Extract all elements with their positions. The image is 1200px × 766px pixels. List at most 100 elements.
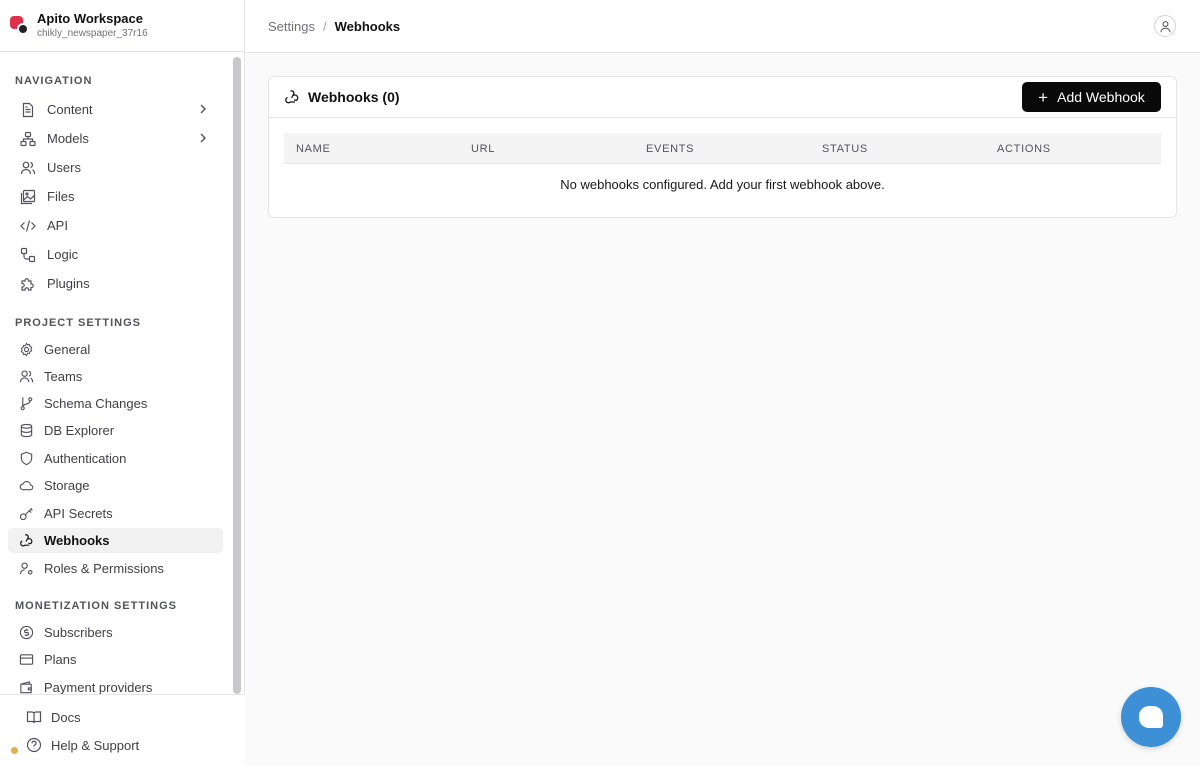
add-webhook-label: Add Webhook bbox=[1057, 89, 1145, 105]
chat-support-button[interactable] bbox=[1121, 687, 1181, 747]
sidebar-item-api-secrets[interactable]: API Secrets bbox=[8, 501, 223, 526]
users-icon bbox=[20, 160, 36, 176]
sidebar-item-label: Models bbox=[47, 131, 89, 146]
sidebar-item-files[interactable]: Files bbox=[8, 184, 223, 209]
breadcrumb-separator: / bbox=[322, 18, 327, 34]
sidebar-item-label: Plans bbox=[44, 652, 77, 667]
sidebar-item-models[interactable]: Models bbox=[8, 126, 223, 151]
workspace-switcher[interactable]: Apito Workspace chikly_newspaper_37r16 bbox=[0, 0, 244, 52]
sidebar-item-label: Users bbox=[47, 160, 81, 175]
help-support-link[interactable]: Help & Support bbox=[26, 737, 139, 753]
sidebar-item-label: Teams bbox=[44, 369, 83, 384]
add-webhook-button[interactable]: + Add Webhook bbox=[1022, 82, 1161, 112]
sitemap-icon bbox=[20, 131, 36, 147]
empty-state-message: No webhooks configured. Add your first w… bbox=[560, 177, 885, 192]
sidebar-item-teams[interactable]: Teams bbox=[8, 364, 223, 389]
card-title: Webhooks (0) bbox=[308, 89, 400, 105]
column-header-url[interactable]: URL bbox=[471, 143, 495, 155]
sidebar-item-webhooks[interactable]: Webhooks bbox=[8, 528, 223, 553]
table-header: NAME URL EVENTS STATUS ACTIONS bbox=[284, 133, 1161, 164]
help-circle-icon bbox=[26, 737, 42, 753]
credit-card-icon bbox=[18, 652, 34, 668]
section-title-monetization: MONETIZATION SETTINGS bbox=[15, 600, 177, 612]
sidebar-scrollbar[interactable] bbox=[233, 57, 241, 694]
user-cog-icon bbox=[18, 561, 34, 577]
sidebar-item-logic[interactable]: Logic bbox=[8, 242, 223, 267]
sidebar-item-general[interactable]: General bbox=[8, 337, 223, 362]
sidebar-footer: Docs Help & Support bbox=[0, 694, 245, 766]
sidebar-item-payment-providers[interactable]: Payment providers bbox=[8, 675, 223, 694]
sidebar-nav: NAVIGATION Content Models Users Files AP… bbox=[0, 52, 230, 694]
sidebar-item-users[interactable]: Users bbox=[8, 155, 223, 180]
sidebar-item-label: Logic bbox=[47, 247, 79, 262]
column-header-actions[interactable]: ACTIONS bbox=[997, 143, 1051, 155]
book-open-icon bbox=[26, 709, 42, 725]
user-avatar[interactable] bbox=[1154, 15, 1176, 37]
database-icon bbox=[18, 423, 34, 439]
key-icon bbox=[18, 506, 34, 522]
sidebar-item-label: Roles & Permissions bbox=[44, 561, 164, 576]
column-header-status[interactable]: STATUS bbox=[822, 143, 868, 155]
sidebar-item-label: General bbox=[44, 342, 91, 357]
sidebar-item-label: Schema Changes bbox=[44, 396, 148, 411]
breadcrumb: Settings / Webhooks bbox=[268, 19, 400, 34]
sidebar-item-label: Authentication bbox=[44, 451, 127, 466]
sidebar-item-label: Payment providers bbox=[44, 680, 153, 694]
sidebar-item-schema-changes[interactable]: Schema Changes bbox=[8, 391, 223, 416]
plus-icon: + bbox=[1038, 87, 1049, 107]
docs-link[interactable]: Docs bbox=[26, 709, 81, 725]
sidebar-item-label: Files bbox=[47, 189, 75, 204]
image-icon bbox=[20, 189, 36, 205]
workflow-icon bbox=[20, 247, 36, 263]
webhooks-card: Webhooks (0) + Add Webhook NAME URL EVEN… bbox=[268, 76, 1177, 218]
sidebar-item-label: Subscribers bbox=[44, 625, 113, 640]
sidebar-item-authentication[interactable]: Authentication bbox=[8, 446, 223, 471]
gear-icon bbox=[18, 342, 34, 358]
sidebar-item-label: API Secrets bbox=[44, 506, 113, 521]
help-label: Help & Support bbox=[51, 737, 140, 753]
users-icon bbox=[18, 369, 34, 385]
breadcrumb-current: Webhooks bbox=[334, 18, 401, 34]
sidebar-item-label: DB Explorer bbox=[44, 423, 115, 438]
chat-bubble-icon bbox=[1139, 706, 1163, 728]
code-icon bbox=[20, 218, 36, 234]
top-header: Settings / Webhooks bbox=[245, 0, 1200, 53]
card-header: Webhooks (0) + Add Webhook bbox=[269, 77, 1176, 118]
status-dot bbox=[11, 747, 18, 754]
sidebar-item-label: Content bbox=[47, 102, 93, 117]
docs-label: Docs bbox=[51, 709, 81, 725]
breadcrumb-parent[interactable]: Settings bbox=[268, 19, 315, 34]
section-title-project-settings: PROJECT SETTINGS bbox=[15, 317, 142, 329]
sidebar-item-subscribers[interactable]: Subscribers bbox=[8, 620, 223, 645]
workspace-logo bbox=[10, 15, 30, 36]
sidebar-item-db-explorer[interactable]: DB Explorer bbox=[8, 418, 223, 443]
column-header-name[interactable]: NAME bbox=[296, 143, 331, 155]
sidebar-item-label: API bbox=[47, 218, 68, 233]
sidebar: Apito Workspace chikly_newspaper_37r16 N… bbox=[0, 0, 245, 766]
sidebar-item-storage[interactable]: Storage bbox=[8, 473, 223, 498]
shield-icon bbox=[18, 451, 34, 467]
sidebar-item-plans[interactable]: Plans bbox=[8, 647, 223, 672]
dollar-circle-icon bbox=[18, 625, 34, 641]
column-header-events[interactable]: EVENTS bbox=[646, 143, 694, 155]
webhook-icon bbox=[284, 89, 301, 106]
sidebar-item-label: Storage bbox=[44, 478, 90, 493]
sidebar-item-plugins[interactable]: Plugins bbox=[8, 271, 223, 296]
sidebar-item-roles-permissions[interactable]: Roles & Permissions bbox=[8, 556, 223, 581]
section-title-navigation: NAVIGATION bbox=[15, 75, 93, 87]
chevron-right-icon bbox=[200, 133, 206, 143]
user-icon bbox=[1160, 20, 1170, 32]
sidebar-item-label: Webhooks bbox=[44, 533, 110, 548]
sidebar-item-api[interactable]: API bbox=[8, 213, 223, 238]
wallet-icon bbox=[18, 680, 34, 695]
file-text-icon bbox=[20, 102, 36, 118]
sidebar-item-label: Plugins bbox=[47, 276, 90, 291]
webhook-icon bbox=[18, 533, 34, 549]
chevron-right-icon bbox=[200, 104, 206, 114]
puzzle-icon bbox=[20, 276, 36, 292]
cloud-icon bbox=[18, 478, 34, 494]
git-branch-icon bbox=[18, 396, 34, 412]
workspace-name: Apito Workspace bbox=[37, 10, 143, 26]
project-name: chikly_newspaper_37r16 bbox=[37, 27, 148, 39]
sidebar-item-content[interactable]: Content bbox=[8, 97, 223, 122]
